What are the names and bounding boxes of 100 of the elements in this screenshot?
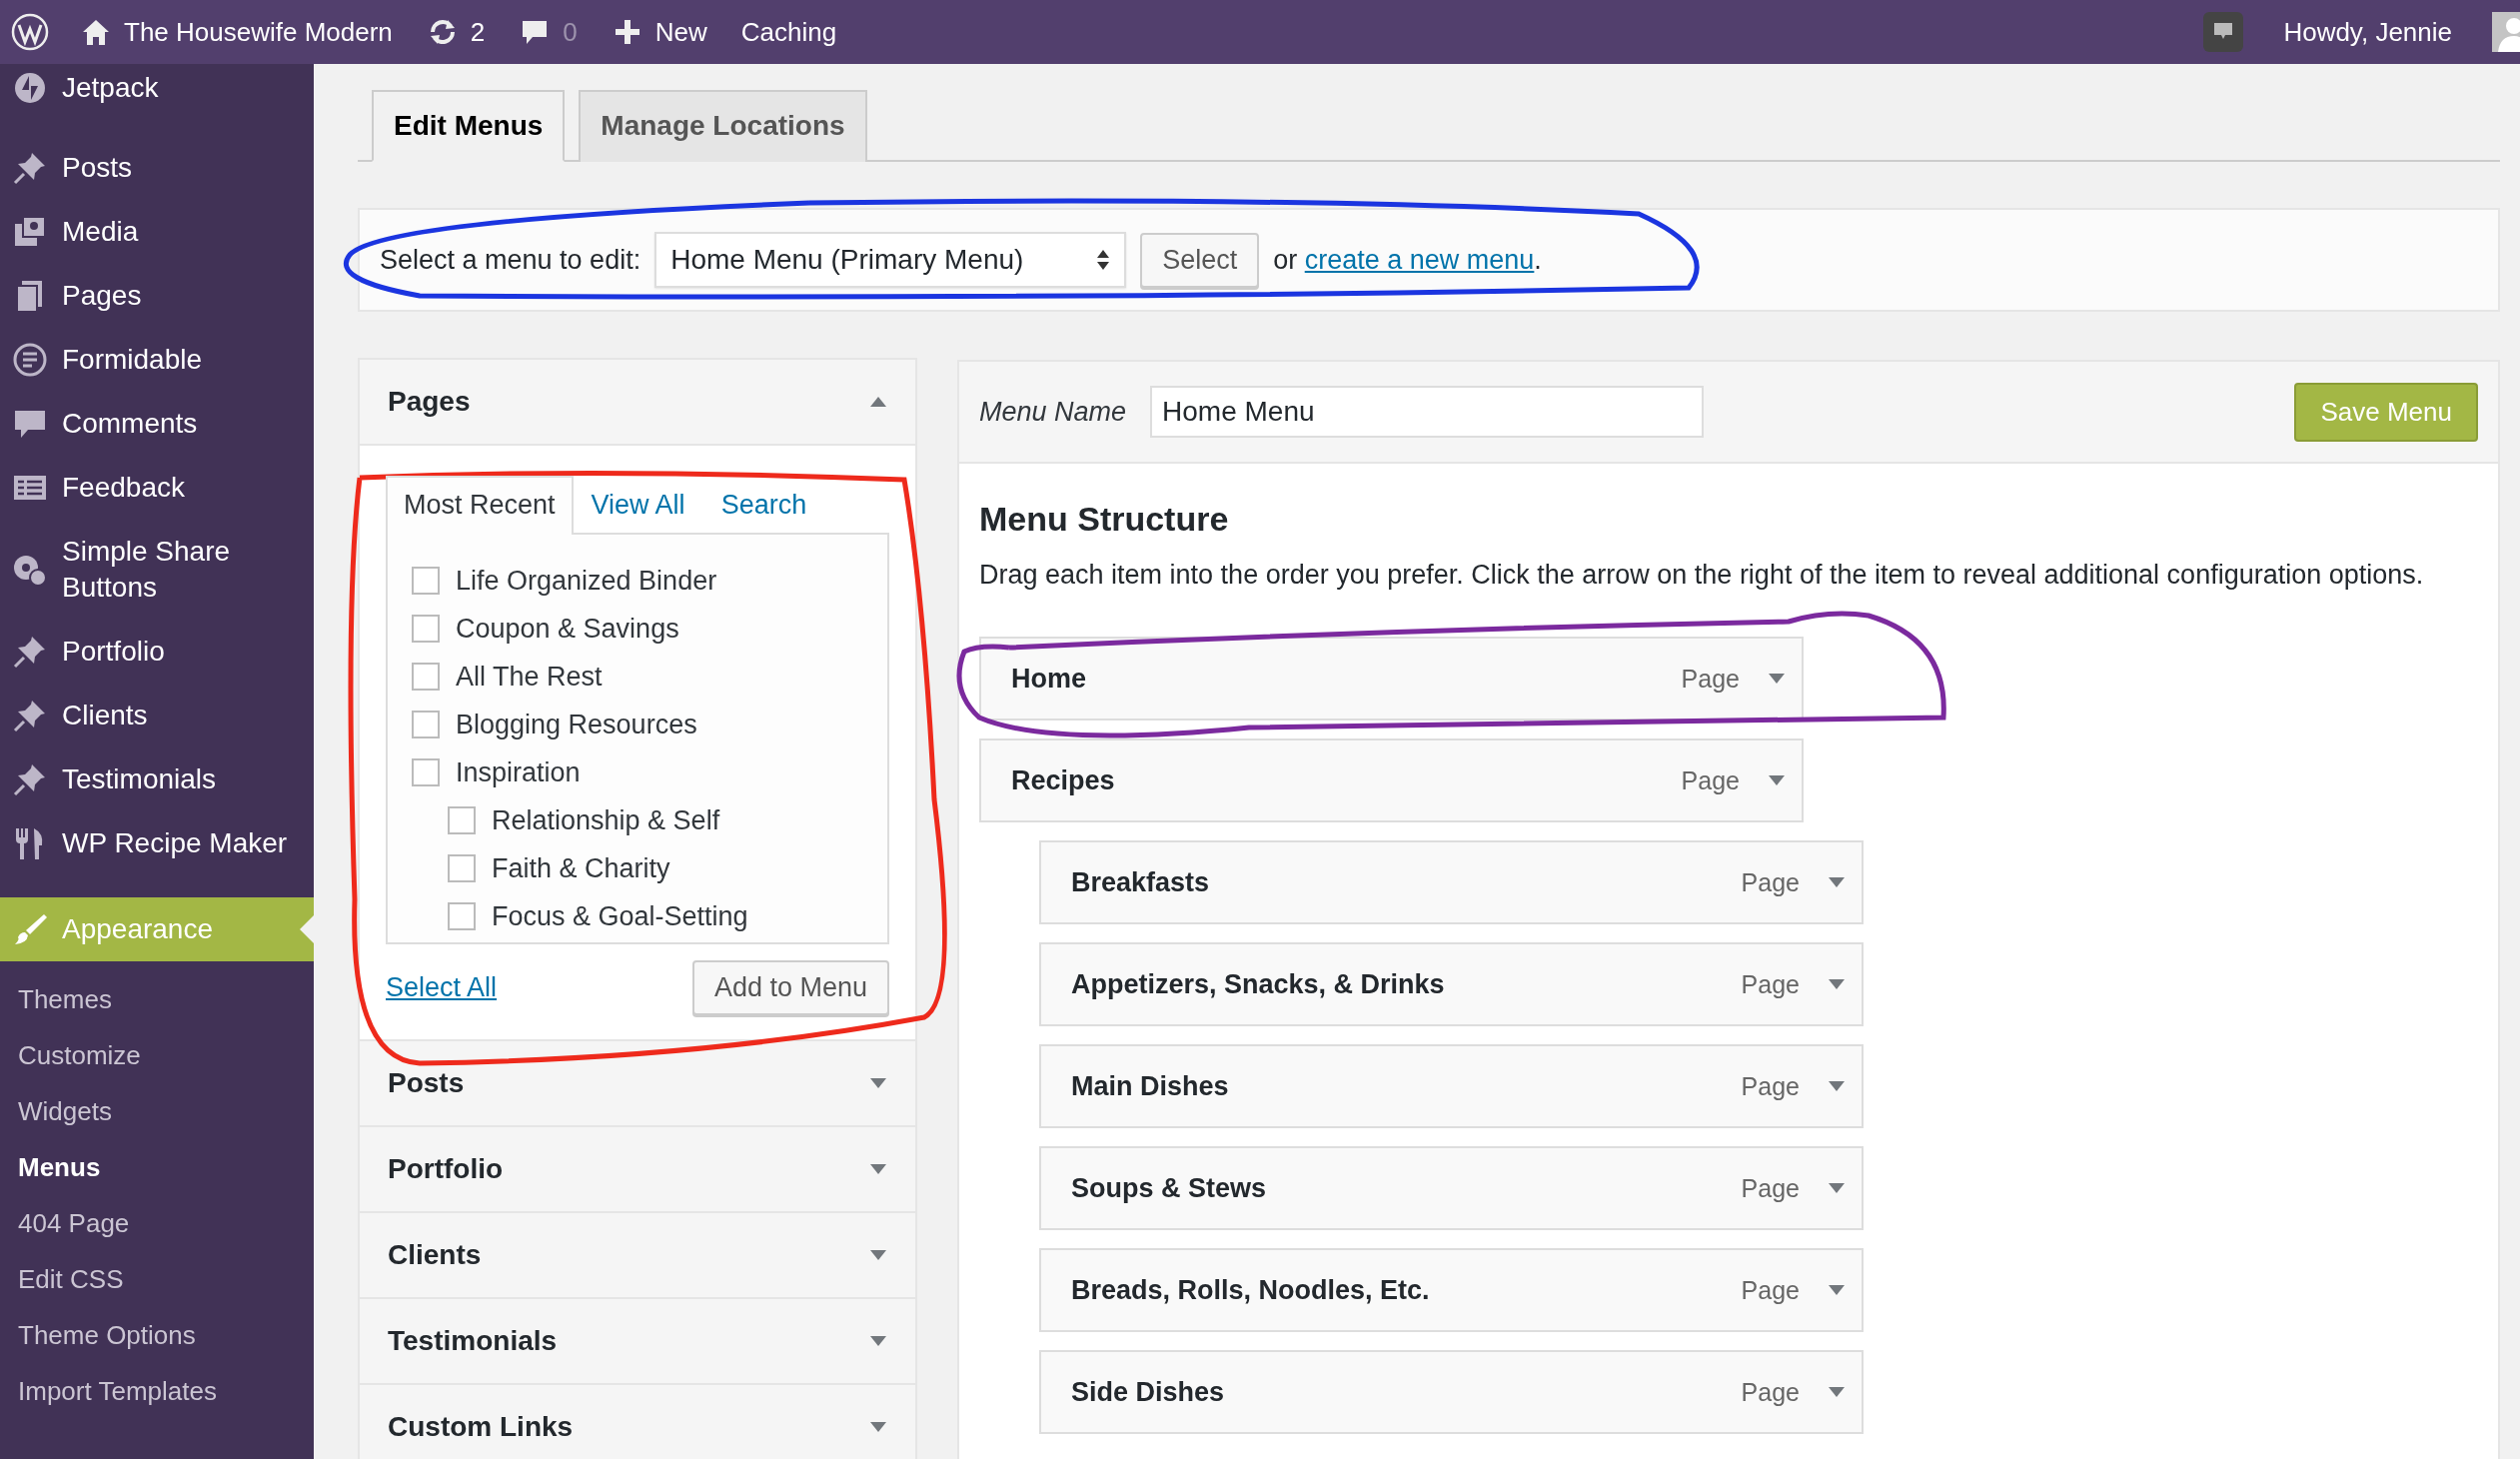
- accordion-header[interactable]: Pages: [360, 360, 915, 446]
- menu-name-field[interactable]: Home Menu: [1150, 386, 1705, 438]
- sidebar-item[interactable]: Testimonials: [0, 747, 314, 811]
- checkbox-label[interactable]: All The Rest: [456, 661, 603, 693]
- checkbox-label[interactable]: Relationship & Self: [492, 804, 720, 836]
- tab[interactable]: Edit Menus: [372, 90, 566, 162]
- checkbox-label[interactable]: Life Organized Binder: [456, 565, 717, 597]
- expand-arrow-icon: [1768, 673, 1786, 685]
- sidebar-item[interactable]: Simple Share Buttons: [0, 520, 314, 620]
- menu-item-type: Page: [1681, 765, 1740, 795]
- checkbox-label[interactable]: Inspiration: [456, 756, 581, 788]
- menu-item-bar[interactable]: Breakfasts Page: [1039, 840, 1864, 924]
- menu-item-bar[interactable]: Breads, Rolls, Noodles, Etc. Page: [1039, 1248, 1864, 1332]
- avatar-icon: [2492, 12, 2520, 52]
- sidebar-item[interactable]: Feedback: [0, 456, 314, 520]
- submenu-item[interactable]: Widgets: [0, 1083, 314, 1139]
- sidebar-item[interactable]: Formidable: [0, 328, 314, 392]
- up-down-arrows-icon: [1096, 248, 1111, 272]
- paintbrush-icon: [12, 911, 48, 947]
- menu-item-title: Appetizers, Snacks, & Drinks: [1071, 968, 1446, 1000]
- expand-arrow-icon: [869, 1249, 887, 1261]
- update-count[interactable]: 2: [470, 16, 486, 48]
- checkbox[interactable]: [412, 615, 440, 643]
- sidebar-item[interactable]: Clients: [0, 684, 314, 747]
- tab[interactable]: Most Recent: [386, 476, 574, 535]
- tab[interactable]: View All: [573, 476, 703, 533]
- checkbox[interactable]: [448, 806, 476, 834]
- menu-item-bar[interactable]: Recipes Page: [979, 738, 1804, 822]
- menu-item-bar[interactable]: Home Page: [979, 637, 1804, 721]
- checkbox-label[interactable]: Blogging Resources: [456, 709, 697, 740]
- menu-item-title: Soups & Stews: [1071, 1172, 1268, 1204]
- menu-item-bar[interactable]: Main Dishes Page: [1039, 1044, 1864, 1128]
- submenu-item[interactable]: Customize: [0, 1027, 314, 1083]
- pushpin-icon: [12, 634, 48, 670]
- submenu-item[interactable]: Import Templates: [0, 1363, 314, 1419]
- accordion-header[interactable]: Portfolio: [360, 1127, 915, 1211]
- menu-item-type: Page: [1741, 1275, 1800, 1305]
- checkbox[interactable]: [448, 902, 476, 930]
- menu-item-type: Page: [1681, 664, 1740, 694]
- expand-arrow-icon: [1828, 978, 1846, 990]
- sidebar-item[interactable]: Jetpack: [0, 64, 314, 136]
- accordion-header[interactable]: Clients: [360, 1213, 915, 1297]
- expand-arrow-icon: [869, 1335, 887, 1347]
- create-menu-link[interactable]: create a new menu: [1304, 244, 1535, 275]
- select-all-link[interactable]: Select All: [386, 972, 498, 1003]
- menu-item-type: Page: [1741, 1377, 1800, 1407]
- submenu-item[interactable]: Theme Options: [0, 1307, 314, 1363]
- sidebar-item[interactable]: Posts: [0, 136, 314, 200]
- pushpin-icon: [12, 761, 48, 797]
- menu-dropdown[interactable]: Home Menu (Primary Menu): [654, 232, 1127, 288]
- sidebar-item[interactable]: Media: [0, 200, 314, 264]
- accordion-header[interactable]: Testimonials: [360, 1299, 915, 1383]
- checkbox-label[interactable]: Coupon & Savings: [456, 613, 679, 645]
- expand-arrow-icon: [869, 1163, 887, 1175]
- accordion-header[interactable]: Custom Links: [360, 1385, 915, 1459]
- expand-arrow-icon: [1828, 1182, 1846, 1194]
- greeting-text[interactable]: Howdy, Jennie: [2283, 16, 2452, 48]
- add-to-menu-button[interactable]: Add to Menu: [691, 960, 889, 1015]
- checkbox[interactable]: [412, 758, 440, 786]
- checkbox[interactable]: [412, 663, 440, 691]
- sidebar-item[interactable]: WP Recipe Maker: [0, 811, 314, 875]
- wordpress-logo-icon: [10, 12, 50, 52]
- checkbox-label[interactable]: Focus & Goal-Setting: [492, 900, 748, 932]
- panel-title: Custom Links: [388, 1411, 574, 1443]
- checkbox[interactable]: [412, 711, 440, 738]
- submenu-item[interactable]: 404 Page: [0, 1195, 314, 1251]
- panel-title: Pages: [388, 386, 471, 418]
- checkbox[interactable]: [412, 567, 440, 595]
- site-name-link[interactable]: The Housewife Modern: [124, 16, 393, 48]
- sidebar-item[interactable]: Comments: [0, 392, 314, 456]
- menu-item-bar[interactable]: Side Dishes Page: [1039, 1350, 1864, 1434]
- submenu-item[interactable]: Menus: [0, 1139, 314, 1195]
- checkbox[interactable]: [448, 854, 476, 882]
- menu-item-title: Main Dishes: [1071, 1070, 1230, 1102]
- submenu-item[interactable]: Edit CSS: [0, 1251, 314, 1307]
- sidebar-item[interactable]: Pages: [0, 264, 314, 328]
- form-icon: [12, 342, 48, 378]
- checkbox-label[interactable]: Faith & Charity: [492, 852, 670, 884]
- accordion-header[interactable]: Posts: [360, 1041, 915, 1125]
- menu-item-bar[interactable]: Soups & Stews Page: [1039, 1146, 1864, 1230]
- notification-button[interactable]: [2203, 12, 2244, 52]
- description-text: Drag each item into the order you prefer. Click the arrow on the right of the item to reveal additional configuration options.: [979, 559, 2425, 592]
- new-link[interactable]: New: [654, 16, 707, 48]
- menu-item-title: Breakfasts: [1071, 866, 1211, 898]
- expand-arrow-icon: [1828, 1386, 1846, 1398]
- tab[interactable]: Search: [702, 476, 825, 533]
- pushpin-icon: [12, 150, 48, 186]
- expand-arrow-icon: [869, 1421, 887, 1433]
- caching-link[interactable]: Caching: [740, 16, 837, 48]
- select-button[interactable]: Select: [1140, 232, 1260, 288]
- menu-item-type: Page: [1741, 969, 1800, 999]
- sidebar-item[interactable]: Portfolio: [0, 620, 314, 684]
- pushpin-icon: [12, 698, 48, 733]
- panel-title: Posts: [388, 1067, 465, 1099]
- submenu-item[interactable]: Themes: [0, 971, 314, 1027]
- menu-item-title: Breads, Rolls, Noodles, Etc.: [1071, 1274, 1431, 1306]
- tab[interactable]: Manage Locations: [579, 90, 867, 162]
- panel-title: Portfolio: [388, 1153, 504, 1185]
- menu-item-bar[interactable]: Appetizers, Snacks, & Drinks Page: [1039, 942, 1864, 1026]
- menu-item-type: Page: [1741, 1173, 1800, 1203]
